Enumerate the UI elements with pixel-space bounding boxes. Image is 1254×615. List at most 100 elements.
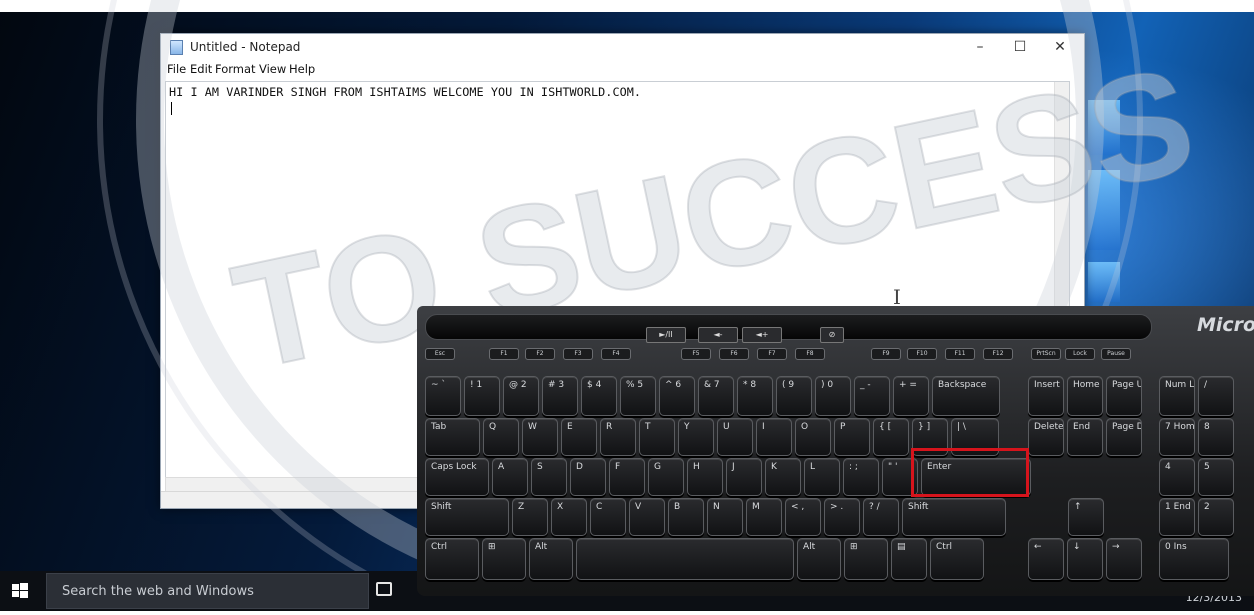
menu-file[interactable]: File [167, 62, 186, 76]
key-8: 8 [1198, 418, 1234, 456]
key-label: Ctrl [936, 542, 953, 552]
key-w: W [522, 418, 558, 456]
key-label: Delete [1034, 422, 1064, 432]
key-3: # 3 [542, 376, 578, 416]
key-label: P [840, 422, 846, 432]
key-label: _ - [860, 380, 871, 390]
fn-key-f11: F11 [945, 348, 975, 360]
key-u: U [717, 418, 753, 456]
title-bar[interactable]: Untitled - Notepad – ☐ ✕ [161, 34, 1084, 61]
key-label: Tab [431, 422, 447, 432]
key-r: R [600, 418, 636, 456]
key-label: @ 2 [509, 380, 527, 390]
key-9: ( 9 [776, 376, 812, 416]
key-7-home: 7 Home [1159, 418, 1195, 456]
key-label: < , [791, 502, 805, 512]
windows-logo-icon [12, 583, 28, 598]
key-x-2: X [551, 498, 587, 536]
key-symbol: _ - [854, 376, 890, 416]
key-q: Q [483, 418, 519, 456]
menu-view[interactable]: View [259, 62, 286, 76]
keyboard-brand: Micros [1197, 314, 1254, 336]
key-0: ) 0 [815, 376, 851, 416]
key-4: 4 [1159, 458, 1195, 496]
key-label: 1 End [1165, 502, 1191, 512]
key-e: E [561, 418, 597, 456]
key-label: Page Down [1112, 422, 1141, 432]
key-label: { [ [879, 422, 892, 432]
key-label: Q [489, 422, 497, 432]
wallpaper-pane [1088, 170, 1120, 250]
key-label: ( 9 [782, 380, 795, 390]
key-label: Alt [803, 542, 816, 552]
key-caps-lock: Caps Lock [425, 458, 489, 496]
minimize-button[interactable]: – [960, 36, 1000, 58]
key-label: 7 Home [1165, 422, 1195, 432]
search-placeholder: Search the web and Windows [62, 584, 254, 599]
key-label: Num Lock [1165, 380, 1194, 390]
key-z-1: Z [512, 498, 548, 536]
maximize-button[interactable]: ☐ [1000, 36, 1040, 58]
menu-format[interactable]: Format [215, 62, 256, 76]
menu-help[interactable]: Help [289, 62, 315, 76]
key-symbol: ~ ` [425, 376, 461, 416]
key-h: H [687, 458, 723, 496]
key-1-end-13: 1 End [1159, 498, 1195, 536]
key-l: L [804, 458, 840, 496]
key-label: ⊞ [850, 542, 858, 552]
key-o: O [795, 418, 831, 456]
fn-key-esc: Esc [425, 348, 455, 360]
fn-key-f7: F7 [757, 348, 787, 360]
key-symbol: : ; [843, 458, 879, 496]
key-label: Insert [1034, 380, 1060, 390]
key-label: 0 Ins [1165, 542, 1187, 552]
key-page-down: Page Down [1106, 418, 1142, 456]
key-label: T [645, 422, 651, 432]
fn-key-f6: F6 [719, 348, 749, 360]
key-label: G [654, 462, 661, 472]
key-d: D [570, 458, 606, 496]
key-label: Shift [908, 502, 929, 512]
keyboard-media-strip: ►/II ◄- ◄+ ⊘ [425, 314, 1152, 343]
fn-key-f10: F10 [907, 348, 937, 360]
close-button[interactable]: ✕ [1040, 36, 1080, 58]
key-a: A [492, 458, 528, 496]
key-label: ^ 6 [665, 380, 682, 390]
fn-key-prtscn: PrtScn [1031, 348, 1061, 360]
key-label: H [693, 462, 700, 472]
key-label: ↓ [1073, 542, 1081, 552]
key-symbol-8: ← [1028, 538, 1064, 580]
key-end: End [1067, 418, 1103, 456]
fn-key-f3: F3 [563, 348, 593, 360]
key-label: B [674, 502, 681, 512]
wallpaper-pane [1088, 262, 1120, 302]
key-page-up: Page Up [1106, 376, 1142, 416]
key-label: ? / [869, 502, 880, 512]
key-label: X [557, 502, 564, 512]
key-label: ⊞ [488, 542, 496, 552]
editor-text: HI I AM VARINDER SINGH FROM ISHTAIMS WEL… [169, 85, 642, 99]
key-label: " ' [888, 462, 898, 472]
menu-edit[interactable]: Edit [190, 62, 212, 76]
key-label: Y [684, 422, 690, 432]
key-v-4: V [629, 498, 665, 536]
start-button[interactable] [0, 571, 40, 611]
key-label: * 8 [743, 380, 757, 390]
key-label: R [606, 422, 613, 432]
key-label: % 5 [626, 380, 644, 390]
key-label: I [762, 422, 765, 432]
key-tab: Tab [425, 418, 480, 456]
key-m-7: M [746, 498, 782, 536]
key-label: M [752, 502, 760, 512]
key-label: & 7 [704, 380, 720, 390]
key-label: ▤ [897, 542, 906, 552]
search-box[interactable]: Search the web and Windows [46, 573, 369, 609]
key-label: D [576, 462, 583, 472]
key-label: Shift [431, 502, 452, 512]
key-label: N [713, 502, 720, 512]
key-symbol: + = [893, 376, 929, 416]
key-label: 5 [1204, 462, 1210, 472]
key-1: ! 1 [464, 376, 500, 416]
task-view-icon[interactable] [376, 582, 392, 596]
key-2: @ 2 [503, 376, 539, 416]
